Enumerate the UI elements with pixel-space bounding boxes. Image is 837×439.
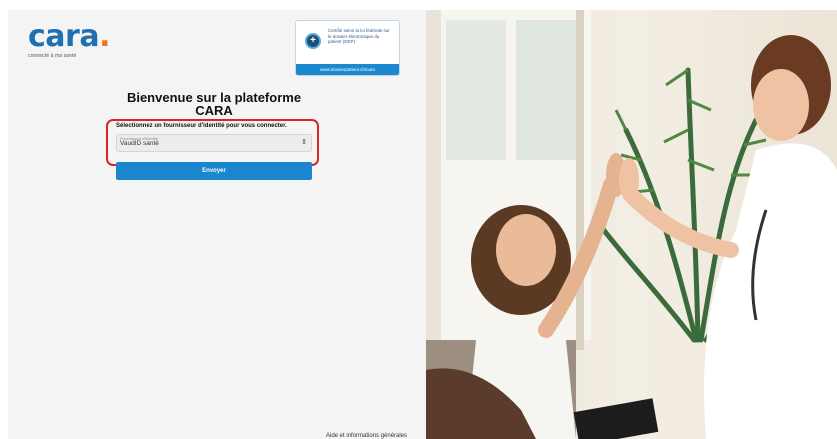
certification-link[interactable]: www.dossierpatient.ch/cara — [296, 64, 399, 75]
shield-cross-icon: + — [305, 33, 321, 49]
help-link[interactable]: Aide et informations générales — [326, 433, 407, 439]
certification-badge: + Certifié selon la loi fédérale sur le … — [295, 20, 400, 76]
select-value: VaudID santé — [120, 140, 159, 147]
identity-provider-select[interactable]: Fournisseur d'identité VaudID santé ⇕ — [116, 134, 312, 152]
submit-button[interactable]: Envoyer — [116, 162, 312, 180]
logo-dot: . — [99, 19, 110, 54]
certification-text: Certifié selon la loi fédérale sur le do… — [328, 28, 390, 44]
identity-provider-label: Sélectionnez un fournisseur d'identité p… — [116, 123, 287, 129]
login-panel: cara. connecté à ma santé + Certifié sel… — [8, 10, 426, 439]
logo-wordmark: cara — [28, 19, 100, 54]
cara-logo[interactable]: cara. connecté à ma santé — [28, 19, 110, 60]
page: cara. connecté à ma santé + Certifié sel… — [8, 10, 837, 439]
select-arrows-icon: ⇕ — [301, 139, 307, 146]
page-title: Bienvenue sur la plateforme CARA — [126, 90, 302, 118]
doctor-girl-high-five-photo — [426, 10, 837, 439]
hero-image — [426, 10, 837, 439]
